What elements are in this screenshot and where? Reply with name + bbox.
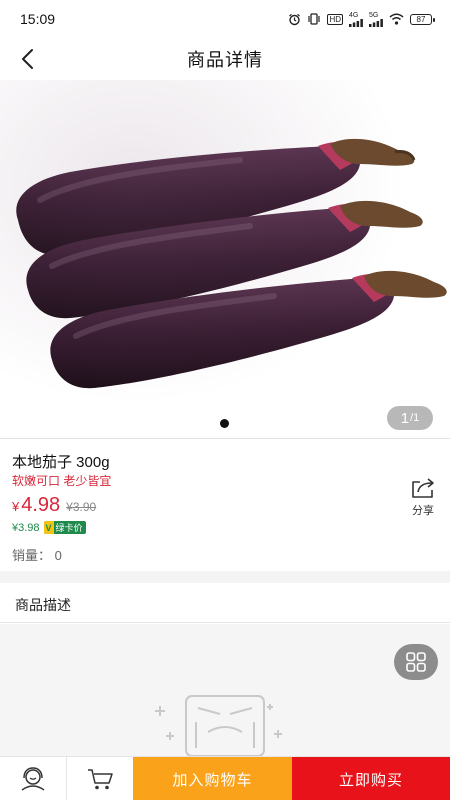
back-button[interactable] <box>10 42 44 76</box>
network-5g-label: 5G <box>369 11 379 19</box>
member-badge: V 绿卡价 <box>43 521 86 534</box>
description-header: 商品描述 <box>0 583 450 623</box>
product-image-eggplants <box>0 80 450 438</box>
original-price: ¥3.90 <box>66 500 97 514</box>
vibrate-icon <box>307 13 321 25</box>
price-currency: ¥ <box>12 499 20 514</box>
chevron-left-icon <box>22 49 33 69</box>
share-icon <box>412 478 434 498</box>
gallery-total: /1 <box>410 412 420 424</box>
hd-icon: HD <box>327 13 343 25</box>
share-button[interactable]: 分享 <box>408 477 438 518</box>
share-label: 分享 <box>412 505 434 517</box>
section-gap <box>0 571 450 583</box>
customer-service-button[interactable] <box>0 757 66 800</box>
network-4g-label: 4G <box>349 11 359 19</box>
description-title: 商品描述 <box>15 597 71 613</box>
member-price-row: ¥3.98 V 绿卡价 <box>12 521 86 534</box>
bottom-action-bar: 加入购物车 立即购买 <box>0 756 450 800</box>
signal-5g-icon: 5G <box>369 12 383 27</box>
cart-icon <box>88 769 113 790</box>
gallery-indicator-dot <box>220 419 229 428</box>
product-info: 本地茄子 300g 软嫩可口 老少皆宜 ¥ 4.98 ¥3.90 ¥3.98 V… <box>0 439 450 571</box>
description-body <box>0 624 450 756</box>
wifi-icon <box>389 13 404 25</box>
product-subtitle: 软嫩可口 老少皆宜 <box>12 474 112 488</box>
gallery-current: 1 <box>400 409 410 427</box>
cart-button[interactable] <box>67 757 133 800</box>
price-row: ¥ 4.98 ¥3.90 <box>12 494 96 517</box>
add-to-cart-button[interactable]: 加入购物车 <box>133 757 292 800</box>
page-title: 商品详情 <box>187 50 263 70</box>
empty-content-illustration <box>155 695 282 756</box>
buy-now-button[interactable]: 立即购买 <box>292 757 450 800</box>
sales-count: 销量： 0 <box>12 548 62 563</box>
member-badge-label: 绿卡价 <box>55 523 83 533</box>
grid-icon <box>406 652 426 672</box>
status-time: 15:09 <box>20 11 56 27</box>
member-price: ¥3.98 <box>12 521 40 534</box>
member-badge-v: V <box>43 521 54 534</box>
product-price: 4.98 <box>21 494 61 516</box>
grid-view-button[interactable] <box>394 644 438 680</box>
gallery-counter: 1/1 <box>387 406 433 430</box>
customer-service-icon <box>21 767 45 791</box>
battery-icon: 87 <box>410 13 435 25</box>
status-icons: HD 4G 5G 87 <box>288 12 435 27</box>
alarm-icon <box>288 13 301 26</box>
signal-4g-icon: 4G <box>349 12 363 27</box>
product-name: 本地茄子 300g <box>12 454 110 471</box>
nav-bar: 商品详情 <box>0 38 450 80</box>
status-bar: 15:09 HD 4G 5G 87 <box>0 0 450 38</box>
product-image-gallery[interactable] <box>0 80 450 438</box>
